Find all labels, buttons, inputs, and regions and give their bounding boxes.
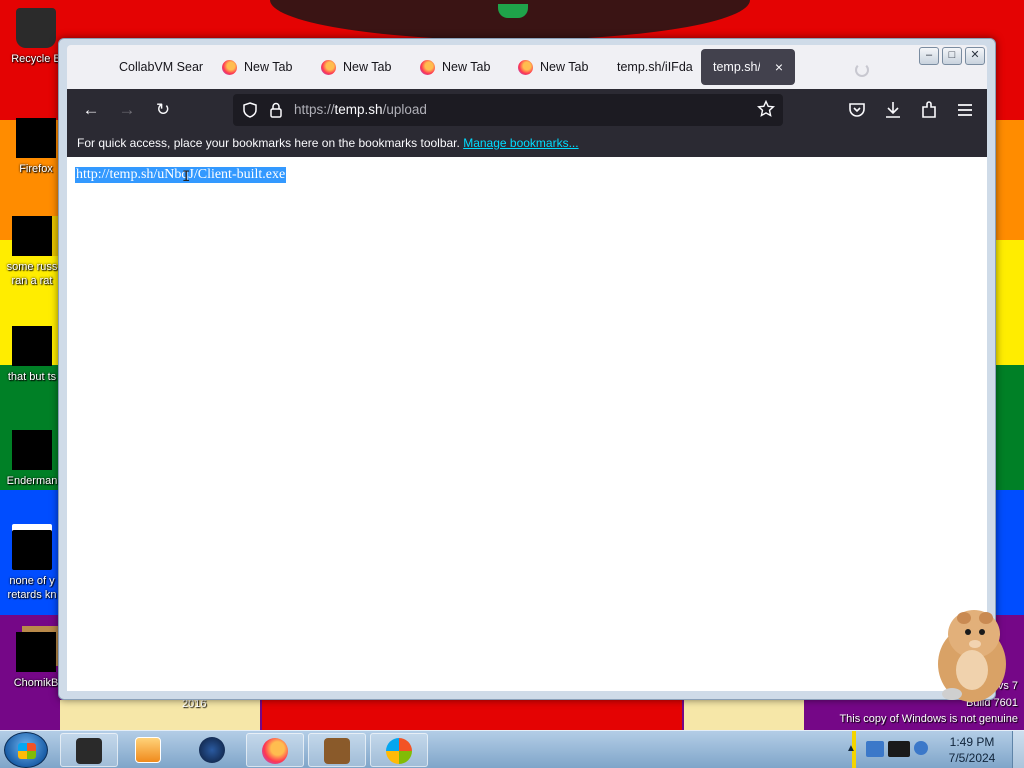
hamster-sticker [938, 610, 1006, 702]
show-hidden-icons-icon[interactable]: ▲ [846, 743, 856, 754]
lock-icon[interactable] [267, 101, 285, 119]
not-genuine-text: This copy of Windows is not genuine [839, 713, 1018, 725]
bookmarks-toolbar: For quick access, place your bookmarks h… [67, 131, 987, 157]
tab-new-tab-3[interactable]: New Tab [408, 49, 504, 85]
firefox-icon [222, 59, 237, 75]
taskbar-media-player[interactable] [120, 733, 178, 767]
taskbar-chomikbox[interactable] [308, 733, 366, 767]
taskbar-explorer[interactable] [60, 733, 118, 767]
url-text: https://temp.sh/upload [294, 102, 427, 117]
clock[interactable]: 1:49 PM 7/5/2024 [936, 734, 1008, 766]
windows-logo-icon [386, 738, 412, 764]
tab-new-tab-1[interactable]: New Tab [210, 49, 306, 85]
forward-button[interactable]: → [115, 98, 139, 122]
firefox-icon [262, 738, 288, 764]
wallpaper-shape [498, 4, 528, 18]
tab-new-tab-4[interactable]: New Tab [506, 49, 602, 85]
show-desktop-button[interactable] [1012, 731, 1024, 768]
file-icon [12, 326, 52, 366]
desktop-icon-enderman[interactable]: Enderman [0, 430, 64, 488]
minimize-button[interactable]: – [919, 47, 939, 65]
tab-new-tab-2[interactable]: New Tab [309, 49, 405, 85]
media-player-icon [135, 737, 161, 763]
back-button[interactable]: ← [79, 98, 103, 122]
extensions-icon[interactable] [917, 98, 941, 122]
maximize-button[interactable]: □ [942, 47, 962, 65]
volume-icon[interactable] [914, 741, 928, 755]
navigation-toolbar: ← → ↻ https://temp.sh/upload [67, 89, 987, 131]
recycle-bin-icon [16, 8, 56, 48]
tab-strip: CollabVM Sear New Tab New Tab New Tab Ne… [67, 45, 987, 89]
taskbar-windows-app[interactable] [370, 733, 428, 767]
start-button[interactable] [4, 732, 48, 768]
tab-temp-sh-upload[interactable]: temp.sh/up × [701, 49, 795, 85]
action-center-icon[interactable] [866, 741, 884, 757]
manage-bookmarks-link[interactable]: Manage bookmarks... [463, 136, 578, 150]
close-window-button[interactable]: ✕ [965, 47, 985, 65]
tab-collabvm[interactable]: CollabVM Sear [107, 49, 207, 85]
firefox-icon [16, 118, 56, 158]
tab-temp-sh-ilfda[interactable]: temp.sh/iIFda [605, 49, 697, 85]
chomikbox-icon [16, 632, 56, 672]
loading-spinner-icon [855, 63, 869, 77]
page-content: http://temp.sh/uNbqJ/Client-built.exe I [67, 157, 987, 691]
chomikbox-icon [324, 738, 350, 764]
desktop-icon-some-russ[interactable]: some russ ran a rat [0, 216, 64, 288]
system-tray: ▲ 1:49 PM 7/5/2024 [840, 731, 1024, 768]
firefox-icon [518, 59, 533, 75]
network-icon[interactable] [888, 741, 910, 757]
application-icon [12, 430, 52, 470]
desktop-icon-none-of[interactable]: none of y retards kn [0, 530, 64, 602]
reload-button[interactable]: ↻ [151, 98, 175, 122]
file-icon [12, 530, 52, 570]
selected-link-text[interactable]: http://temp.sh/uNbqJ/Client-built.exe [75, 167, 287, 183]
firefox-icon [321, 59, 336, 75]
wallpaper-shape [262, 700, 682, 730]
document-icon [12, 216, 52, 256]
tracking-shield-icon[interactable] [241, 101, 259, 119]
text-cursor-icon: I [182, 169, 191, 185]
firefox-icon [420, 59, 435, 75]
wallpaper-shape [60, 700, 260, 730]
pocket-icon[interactable] [845, 98, 869, 122]
folder-icon [76, 738, 102, 764]
downloads-icon[interactable] [881, 98, 905, 122]
taskbar-firefox[interactable] [246, 733, 304, 767]
firefox-window: CollabVM Sear New Tab New Tab New Tab Ne… [58, 38, 996, 700]
windows-logo-icon [18, 743, 36, 759]
bookmark-star-icon[interactable] [757, 100, 775, 118]
menu-hamburger-icon[interactable] [953, 98, 977, 122]
tab-close-icon[interactable]: × [775, 59, 783, 75]
address-bar[interactable]: https://temp.sh/upload [233, 94, 783, 126]
desktop-icon-that-but[interactable]: that but ts [0, 326, 64, 384]
taskbar: ▲ 1:49 PM 7/5/2024 [0, 730, 1024, 768]
wallpaper-shape [684, 700, 804, 730]
browser-icon [199, 737, 225, 763]
taskbar-firefox-dark[interactable] [184, 733, 242, 767]
